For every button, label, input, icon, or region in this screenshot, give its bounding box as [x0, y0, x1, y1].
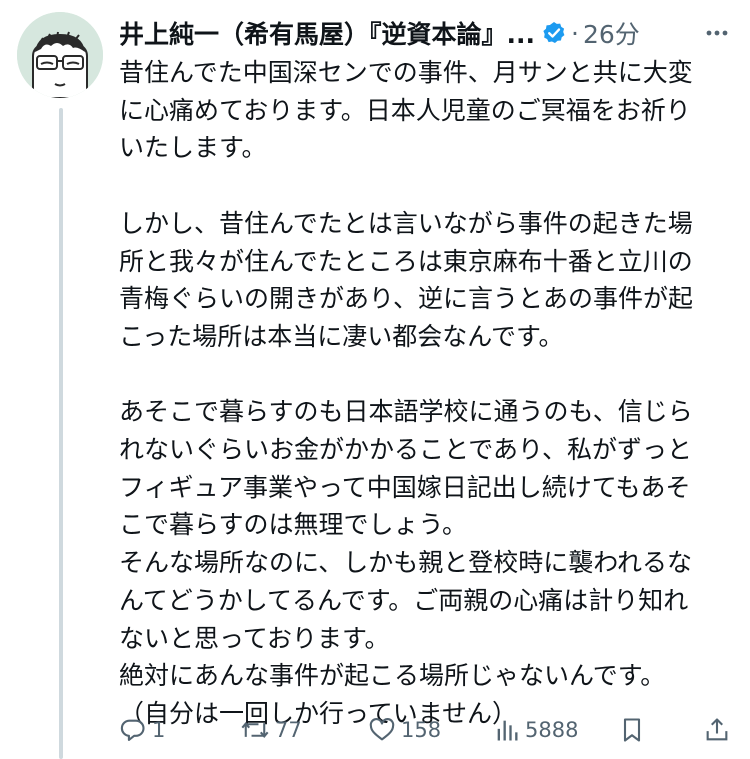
more-options-icon[interactable] — [700, 16, 734, 50]
like-button[interactable]: 158 — [368, 710, 441, 750]
separator-dot: · — [571, 18, 579, 48]
retweet-icon — [240, 716, 270, 744]
tweet-actions-bar: 1 77 158 5888 — [119, 710, 734, 750]
like-count: 158 — [401, 718, 442, 742]
tweet-text: 昔住んでた中国深センでの事件、月サンと共に大変 に心痛めております。日本人児童の… — [119, 58, 694, 728]
views-chart-icon — [494, 716, 520, 744]
thread-connector-line — [59, 108, 63, 759]
heart-icon — [368, 716, 396, 744]
tweet-header: 井上純一（希有馬屋）『逆資本論』... · 26分 — [119, 12, 734, 54]
reply-button[interactable]: 1 — [119, 710, 165, 750]
share-button[interactable] — [704, 710, 730, 750]
reply-icon — [119, 716, 147, 744]
timestamp[interactable]: 26分 — [583, 15, 640, 51]
avatar[interactable] — [17, 12, 103, 98]
verified-badge-icon — [541, 20, 567, 46]
retweet-count: 77 — [275, 718, 302, 742]
share-icon — [704, 716, 730, 744]
bookmark-button[interactable] — [619, 710, 645, 750]
views-button[interactable]: 5888 — [494, 710, 578, 750]
author-display-name[interactable]: 井上純一（希有馬屋）『逆資本論』... — [119, 15, 535, 51]
retweet-button[interactable]: 77 — [240, 710, 302, 750]
avatar-illustration — [17, 12, 103, 98]
views-count: 5888 — [525, 718, 579, 742]
reply-count: 1 — [152, 718, 166, 742]
bookmark-icon — [619, 716, 645, 744]
